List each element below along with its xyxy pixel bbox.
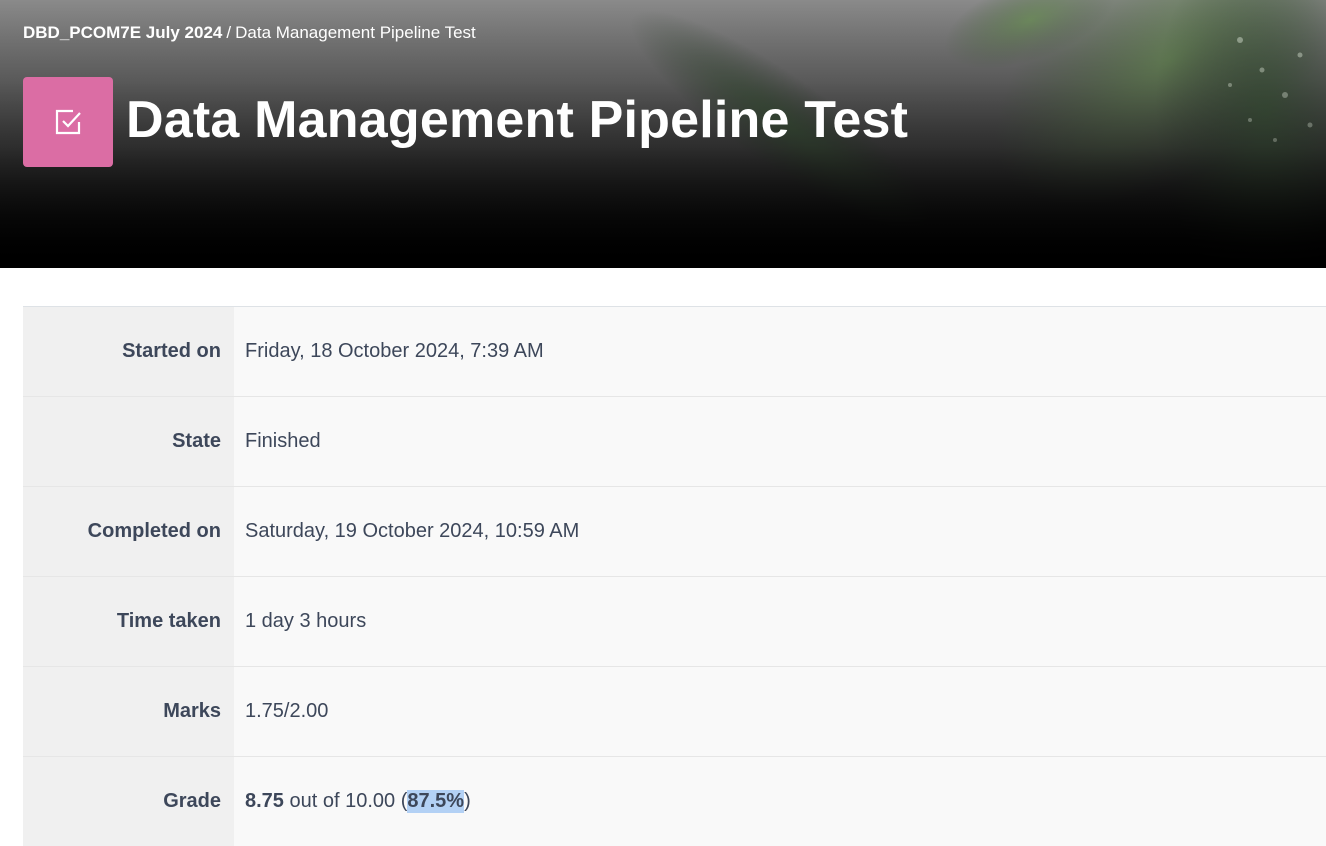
summary-value: Friday, 18 October 2024, 7:39 AM: [234, 307, 1326, 396]
breadcrumb: DBD_PCOM7E July 2024/Data Management Pip…: [23, 23, 476, 43]
summary-label: Started on: [23, 307, 234, 396]
summary-value: Finished: [234, 397, 1326, 486]
page-title: Data Management Pipeline Test: [126, 91, 909, 149]
attempt-summary-table: Started on Friday, 18 October 2024, 7:39…: [23, 306, 1326, 846]
grade-close-paren: ): [464, 790, 471, 812]
summary-label: Marks: [23, 667, 234, 756]
page-title-row: Data Management Pipeline Test: [23, 77, 908, 167]
breadcrumb-separator: /: [226, 23, 232, 42]
grade-out-of-text: out of 10.00 (: [283, 790, 408, 812]
grade-score: 8.75: [245, 790, 284, 812]
breadcrumb-current-page[interactable]: Data Management Pipeline Test: [235, 23, 476, 42]
summary-label: State: [23, 397, 234, 486]
summary-label: Completed on: [23, 487, 234, 576]
summary-value-grade: 8.75 out of 10.00 (87.5%): [234, 757, 1326, 846]
breadcrumb-course-link[interactable]: DBD_PCOM7E July 2024: [23, 23, 222, 42]
summary-row-completed-on: Completed on Saturday, 19 October 2024, …: [23, 487, 1326, 577]
grade-percent: 87.5%: [407, 790, 465, 813]
summary-row-started-on: Started on Friday, 18 October 2024, 7:39…: [23, 307, 1326, 397]
summary-row-time-taken: Time taken 1 day 3 hours: [23, 577, 1326, 667]
quiz-checkbox-icon: [23, 77, 113, 167]
summary-value: Saturday, 19 October 2024, 10:59 AM: [234, 487, 1326, 576]
summary-row-state: State Finished: [23, 397, 1326, 487]
summary-row-marks: Marks 1.75/2.00: [23, 667, 1326, 757]
summary-value: 1 day 3 hours: [234, 577, 1326, 666]
summary-label: Grade: [23, 757, 234, 846]
summary-row-grade: Grade 8.75 out of 10.00 (87.5%): [23, 757, 1326, 846]
page-header-banner: DBD_PCOM7E July 2024/Data Management Pip…: [0, 0, 1326, 268]
summary-value: 1.75/2.00: [234, 667, 1326, 756]
summary-label: Time taken: [23, 577, 234, 666]
